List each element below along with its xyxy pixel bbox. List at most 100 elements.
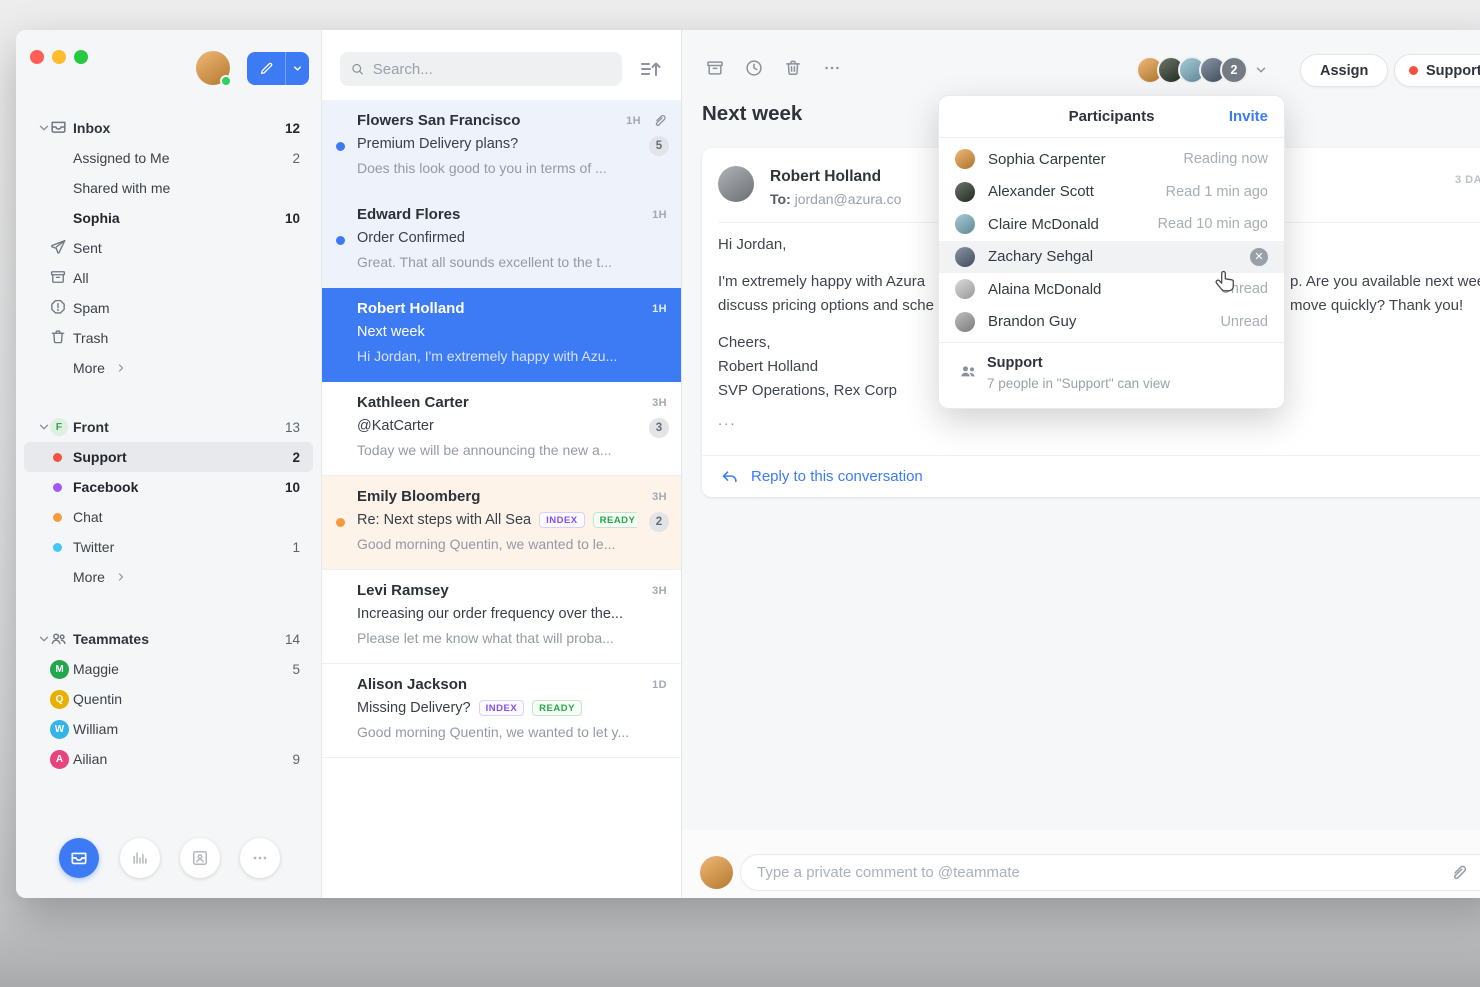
- message-body-line1-left: I'm extremely happy with Azura: [718, 273, 925, 290]
- sidebar-item-trash[interactable]: Trash: [16, 323, 321, 353]
- list-row-alison-jackson[interactable]: Alison Jackson1DMissing Delivery?INDEXRE…: [322, 664, 681, 758]
- front-badge-icon: F: [50, 418, 68, 436]
- trash-icon: [49, 328, 69, 348]
- sidebar-item-more[interactable]: More: [16, 353, 321, 383]
- sidebar-item-sent[interactable]: Sent: [16, 233, 321, 263]
- list-row-sender: Alison Jackson: [357, 676, 467, 693]
- sidebar-item-support[interactable]: Support2: [16, 442, 321, 472]
- sidebar-item-label: Spam: [73, 300, 110, 316]
- sidebar-item-label: Chat: [73, 509, 103, 525]
- compose-dropdown-chevron-icon[interactable]: [286, 63, 309, 74]
- search-bar[interactable]: [340, 52, 622, 86]
- minimize-window-button[interactable]: [52, 50, 66, 64]
- sidebar-item-ailian[interactable]: AAilian 9: [16, 744, 321, 774]
- list-row-levi-ramsey[interactable]: Levi Ramsey3HIncreasing our order freque…: [322, 570, 681, 664]
- paperclip-icon: [651, 112, 669, 130]
- sidebar-group-front: FFront13Support2Facebook10ChatTwitter1Mo…: [16, 412, 321, 592]
- user-avatar[interactable]: [196, 51, 230, 85]
- participant-row-zachary-sehgal[interactable]: Zachary Sehgal✕: [939, 241, 1284, 274]
- more-nav-button[interactable]: [240, 838, 280, 878]
- unread-dot: [336, 236, 345, 245]
- trash-button[interactable]: [783, 58, 803, 78]
- contacts-nav-button[interactable]: [180, 838, 220, 878]
- search-input[interactable]: [371, 60, 612, 79]
- sidebar-item-sophia[interactable]: Sophia10: [16, 203, 321, 233]
- sidebar-item-william[interactable]: WWilliam: [16, 714, 321, 744]
- analytics-nav-button[interactable]: [120, 838, 160, 878]
- sidebar-item-label: Front: [73, 419, 109, 435]
- sidebar-item-all[interactable]: All: [16, 263, 321, 293]
- sidebar-item-label: Twitter: [73, 539, 114, 555]
- archive-button[interactable]: [705, 58, 725, 78]
- snooze-button[interactable]: [744, 58, 764, 78]
- list-row-preview: Hi Jordan, I'm extremely happy with Azu.…: [357, 348, 667, 364]
- private-comment-input[interactable]: [740, 854, 1480, 891]
- unread-count: 10: [285, 480, 300, 495]
- sidebar-group-teammates: Teammates14MMaggie5QQuentinWWilliamAAili…: [16, 624, 321, 774]
- participant-row-sophia-carpenter[interactable]: Sophia CarpenterReading now: [939, 143, 1284, 176]
- list-row-edward-flores[interactable]: Edward Flores1HOrder ConfirmedGreat. Tha…: [322, 194, 681, 288]
- assign-button[interactable]: Assign: [1300, 54, 1388, 87]
- sidebar-item-label: Facebook: [73, 479, 138, 495]
- participant-read-status: Read 1 min ago: [1166, 184, 1268, 200]
- compose-button[interactable]: [247, 52, 309, 85]
- tag-ready: READY: [593, 512, 637, 528]
- unread-dot: [336, 142, 345, 151]
- footer-visibility-note: 7 people in "Support" can view: [987, 376, 1170, 391]
- conversation-toolbar: [705, 58, 842, 78]
- ellipsis-icon: [250, 848, 270, 868]
- sidebar-item-assigned-to-me[interactable]: Assigned to Me2: [16, 143, 321, 173]
- list-row-emily-bloomberg[interactable]: Emily Bloomberg3HRe: Next steps with All…: [322, 476, 681, 570]
- invite-link[interactable]: Invite: [1229, 108, 1268, 125]
- attach-file-button[interactable]: [1448, 862, 1469, 883]
- expand-trimmed-content-button[interactable]: ...: [718, 412, 737, 429]
- remove-participant-button[interactable]: ✕: [1250, 248, 1268, 266]
- list-row-time: 1H: [626, 115, 641, 127]
- sidebar-item-label: Ailian: [73, 751, 107, 767]
- chevron-right-icon: [115, 571, 127, 583]
- participant-row-alexander-scott[interactable]: Alexander ScottRead 1 min ago: [939, 176, 1284, 209]
- list-row-kathleen-carter[interactable]: Kathleen Carter3H@KatCarter3Today we wil…: [322, 382, 681, 476]
- list-row-flowers-san-francisco[interactable]: Flowers San Francisco1HPremium Delivery …: [322, 100, 681, 194]
- unread-count: 9: [292, 752, 300, 767]
- sidebar-item-label: Trash: [73, 330, 108, 346]
- contact-card-icon: [190, 848, 210, 868]
- sidebar-item-chat[interactable]: Chat: [16, 502, 321, 532]
- sidebar-item-more[interactable]: More: [16, 562, 321, 592]
- chevron-down-icon[interactable]: [37, 420, 51, 434]
- inbox-nav-button[interactable]: [59, 838, 99, 878]
- sidebar-item-label: Assigned to Me: [73, 150, 170, 166]
- participants-avatar-stack[interactable]: 2: [1136, 56, 1268, 84]
- sidebar-item-front[interactable]: FFront13: [16, 412, 321, 442]
- sidebar-item-shared-with-me[interactable]: Shared with me: [16, 173, 321, 203]
- close-window-button[interactable]: [30, 50, 44, 64]
- sidebar-group-inbox: Inbox12Assigned to Me2Shared with meSoph…: [16, 113, 321, 383]
- signature-line-2: Robert Holland: [718, 358, 818, 375]
- sidebar-item-quentin[interactable]: QQuentin: [16, 684, 321, 714]
- sidebar-item-inbox[interactable]: Inbox12: [16, 113, 321, 143]
- inbox-color-dot: [53, 483, 62, 492]
- sidebar-item-teammates[interactable]: Teammates14: [16, 624, 321, 654]
- teammate-avatar-badge: M: [50, 660, 69, 679]
- reply-bar[interactable]: Reply to this conversation: [702, 455, 1480, 497]
- sidebar-item-twitter[interactable]: Twitter1: [16, 532, 321, 562]
- more-actions-button[interactable]: [822, 58, 842, 78]
- sort-button[interactable]: [639, 58, 663, 80]
- zoom-window-button[interactable]: [74, 50, 88, 64]
- reply-link[interactable]: Reply to this conversation: [751, 468, 923, 485]
- participant-read-status: Unread: [1220, 314, 1268, 330]
- inbox-chip-support[interactable]: Support: [1394, 54, 1480, 87]
- sidebar-item-maggie[interactable]: MMaggie5: [16, 654, 321, 684]
- list-row-robert-holland[interactable]: Robert Holland1HNext weekHi Jordan, I'm …: [322, 288, 681, 382]
- sidebar-item-label: More: [73, 569, 105, 585]
- list-row-sender: Robert Holland: [357, 300, 465, 317]
- list-row-subject: @KatCarter: [357, 418, 637, 434]
- teammate-avatar-badge: A: [50, 750, 69, 769]
- avatar-overflow-count: 2: [1220, 56, 1248, 84]
- participant-row-claire-mcdonald[interactable]: Claire McDonaldRead 10 min ago: [939, 208, 1284, 241]
- participant-row-brandon-guy[interactable]: Brandon GuyUnread: [939, 306, 1284, 339]
- sidebar-item-facebook[interactable]: Facebook 10: [16, 472, 321, 502]
- sidebar-item-label: Maggie: [73, 661, 119, 677]
- sidebar-item-spam[interactable]: Spam: [16, 293, 321, 323]
- reply-arrow-icon: [720, 467, 739, 486]
